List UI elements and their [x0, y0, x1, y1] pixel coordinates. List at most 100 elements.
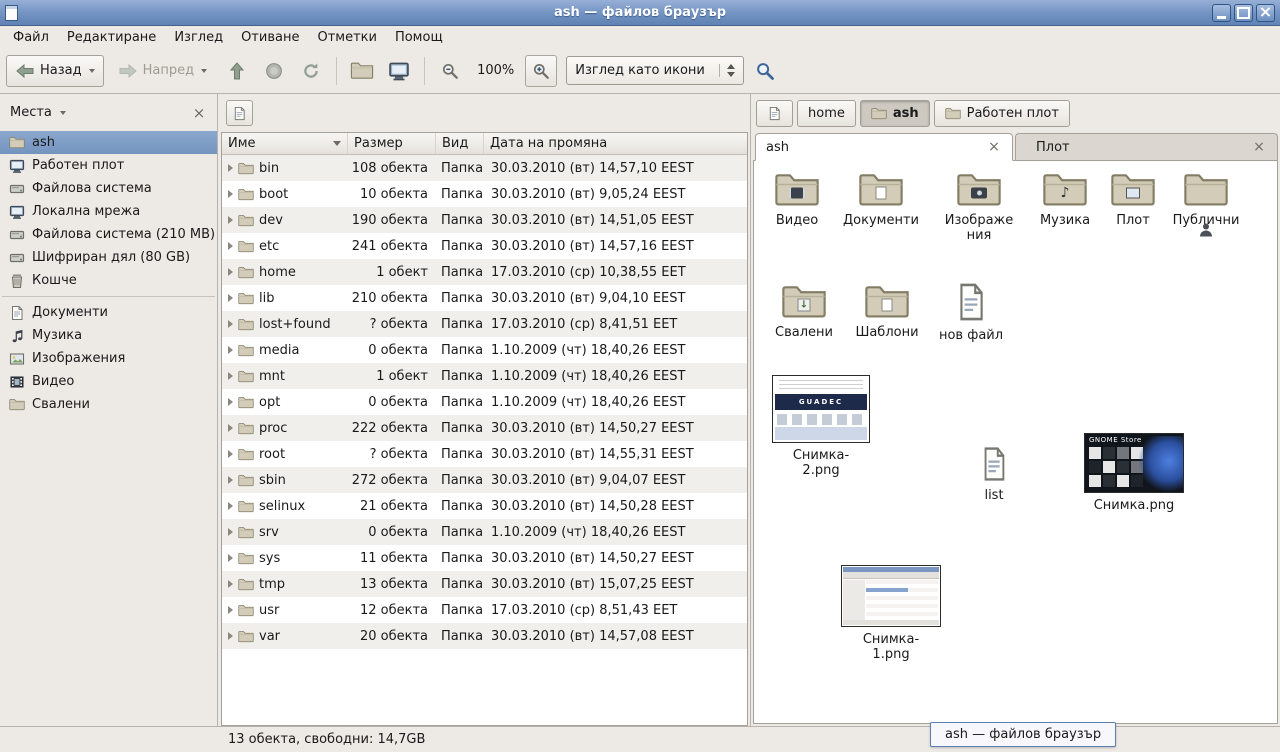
table-row[interactable]: lib210 обектаПапка30.03.2010 (вт) 9,04,1…: [222, 285, 747, 311]
file-icon-list[interactable]: list: [952, 445, 1036, 503]
menu-edit[interactable]: Редактиране: [58, 28, 165, 47]
sidebar-item-trash[interactable]: Кошче: [0, 269, 217, 292]
sidebar-item-filesystem[interactable]: Файлова система: [0, 177, 217, 200]
file-icon-documents[interactable]: Документи: [839, 171, 923, 228]
pane-icon-button[interactable]: [226, 100, 253, 126]
sidebar-item-desktop[interactable]: Работен плот: [0, 154, 217, 177]
menu-help[interactable]: Помощ: [386, 28, 452, 47]
icon-view[interactable]: Видео Документи Изображения Музика: [753, 161, 1278, 724]
expander-icon[interactable]: [228, 528, 233, 536]
file-icon-snimka-2[interactable]: GUADEC Снимка-2.png: [772, 375, 870, 478]
tab-close-icon[interactable]: [986, 139, 1002, 155]
expander-icon[interactable]: [228, 242, 233, 250]
pathbar-icon-button[interactable]: [756, 100, 793, 127]
sidebar-item-encrypted-80gb[interactable]: Шифриран дял (80 GB): [0, 246, 217, 269]
sidebar-item-ash[interactable]: ash: [0, 131, 217, 154]
expander-icon[interactable]: [228, 346, 233, 354]
back-button[interactable]: Назад: [6, 55, 104, 87]
expander-icon[interactable]: [228, 502, 233, 510]
reload-button[interactable]: [295, 55, 327, 87]
table-row[interactable]: etc241 обектаПапка30.03.2010 (вт) 14,57,…: [222, 233, 747, 259]
expander-icon[interactable]: [228, 398, 233, 406]
column-header-date[interactable]: Дата на промяна: [484, 133, 747, 154]
up-button[interactable]: [221, 55, 253, 87]
sidebar-item-filesystem-210mb[interactable]: Файлова система (210 MB): [0, 223, 217, 246]
file-icon-downloads[interactable]: Свалени: [762, 283, 846, 340]
sidebar-item-documents[interactable]: Документи: [0, 301, 217, 324]
expander-icon[interactable]: [228, 294, 233, 302]
table-row[interactable]: lost+found? обектаПапка17.03.2010 (ср) 8…: [222, 311, 747, 337]
view-mode-select[interactable]: Изглед като икони: [566, 56, 744, 85]
file-icon-snimka-1[interactable]: Снимка-1.png: [841, 565, 941, 662]
zoom-out-button[interactable]: [434, 55, 466, 87]
file-icon-public[interactable]: Публични: [1164, 171, 1248, 228]
expander-icon[interactable]: [228, 164, 233, 172]
table-row[interactable]: home1 обектПапка17.03.2010 (ср) 10,38,55…: [222, 259, 747, 285]
table-row[interactable]: sys11 обектаПапка30.03.2010 (вт) 14,50,2…: [222, 545, 747, 571]
expander-icon[interactable]: [228, 580, 233, 588]
sidebar-item-downloads[interactable]: Свалени: [0, 393, 217, 416]
home-button[interactable]: [346, 55, 378, 87]
table-row[interactable]: var20 обектаПапка30.03.2010 (вт) 14,57,0…: [222, 623, 747, 649]
expander-icon[interactable]: [228, 632, 233, 640]
column-header-name[interactable]: Име: [222, 133, 348, 154]
menu-bookmarks[interactable]: Отметки: [308, 28, 385, 47]
tab-ash[interactable]: ash: [755, 133, 1013, 161]
sidebar-item-pictures[interactable]: Изображения: [0, 347, 217, 370]
search-button[interactable]: [749, 55, 781, 87]
sidebar-item-videos[interactable]: Видео: [0, 370, 217, 393]
sidebar-item-music[interactable]: Музика: [0, 324, 217, 347]
table-row[interactable]: proc222 обектаПапка30.03.2010 (вт) 14,50…: [222, 415, 747, 441]
tab-close-icon[interactable]: [1251, 139, 1267, 155]
expander-icon[interactable]: [228, 372, 233, 380]
menu-file[interactable]: Файл: [4, 28, 58, 47]
expander-icon[interactable]: [228, 268, 233, 276]
table-row[interactable]: usr12 обектаПапка17.03.2010 (ср) 8,51,43…: [222, 597, 747, 623]
minimize-button[interactable]: [1212, 4, 1231, 22]
menu-view[interactable]: Изглед: [165, 28, 232, 47]
expander-icon[interactable]: [228, 320, 233, 328]
sidebar-item-network[interactable]: Локална мрежа: [0, 200, 217, 223]
table-row[interactable]: media0 обектаПапка1.10.2009 (чт) 18,40,2…: [222, 337, 747, 363]
file-icon-images[interactable]: Изображения: [937, 171, 1021, 243]
expander-icon[interactable]: [228, 216, 233, 224]
file-icon-snimka[interactable]: GNOME Store Снимка.png: [1084, 433, 1184, 513]
computer-button[interactable]: [383, 55, 415, 87]
forward-button[interactable]: Напред: [109, 55, 216, 87]
file-icon-video[interactable]: Видео: [755, 171, 839, 228]
table-row[interactable]: sbin272 обектаПапка30.03.2010 (вт) 9,04,…: [222, 467, 747, 493]
expander-icon[interactable]: [228, 476, 233, 484]
file-icon-desktop-folder[interactable]: Плот: [1091, 171, 1175, 228]
table-row[interactable]: tmp13 обектаПапка30.03.2010 (вт) 15,07,2…: [222, 571, 747, 597]
taskbar-window-button[interactable]: ash — файлов браузър: [930, 722, 1116, 747]
table-row[interactable]: bin108 обектаПапка30.03.2010 (вт) 14,57,…: [222, 155, 747, 181]
expander-icon[interactable]: [228, 424, 233, 432]
pathbar-desktop-button[interactable]: Работен плот: [934, 100, 1070, 127]
pathbar-ash-button[interactable]: ash: [860, 100, 930, 127]
table-row[interactable]: mnt1 обектПапка1.10.2009 (чт) 18,40,26 E…: [222, 363, 747, 389]
table-row[interactable]: boot10 обектаПапка30.03.2010 (вт) 9,05,2…: [222, 181, 747, 207]
pathbar-home-button[interactable]: home: [797, 100, 856, 127]
menu-go[interactable]: Отиване: [232, 28, 308, 47]
table-row[interactable]: dev190 обектаПапка30.03.2010 (вт) 14,51,…: [222, 207, 747, 233]
tab-plot[interactable]: Плот: [1015, 133, 1278, 160]
column-header-size[interactable]: Размер: [348, 133, 436, 154]
table-row[interactable]: root? обектаПапка30.03.2010 (вт) 14,55,3…: [222, 441, 747, 467]
file-icon-new-file[interactable]: нов файл: [929, 281, 1013, 343]
stop-button[interactable]: [258, 55, 290, 87]
table-row[interactable]: srv0 обектаПапка1.10.2009 (чт) 18,40,26 …: [222, 519, 747, 545]
sidebar-title[interactable]: Места: [10, 105, 52, 120]
table-row[interactable]: selinux21 обектаПапка30.03.2010 (вт) 14,…: [222, 493, 747, 519]
sidebar-close-button[interactable]: [191, 105, 207, 121]
maximize-button[interactable]: [1234, 4, 1253, 22]
close-button[interactable]: [1256, 4, 1275, 22]
file-icon-templates[interactable]: Шаблони: [845, 283, 929, 340]
column-header-type[interactable]: Вид: [436, 133, 484, 154]
expander-icon[interactable]: [228, 450, 233, 458]
expander-icon[interactable]: [228, 606, 233, 614]
zoom-in-button[interactable]: [525, 55, 557, 87]
table-row[interactable]: opt0 обектаПапка1.10.2009 (чт) 18,40,26 …: [222, 389, 747, 415]
titlebar[interactable]: ash — файлов браузър: [0, 0, 1280, 26]
expander-icon[interactable]: [228, 190, 233, 198]
expander-icon[interactable]: [228, 554, 233, 562]
